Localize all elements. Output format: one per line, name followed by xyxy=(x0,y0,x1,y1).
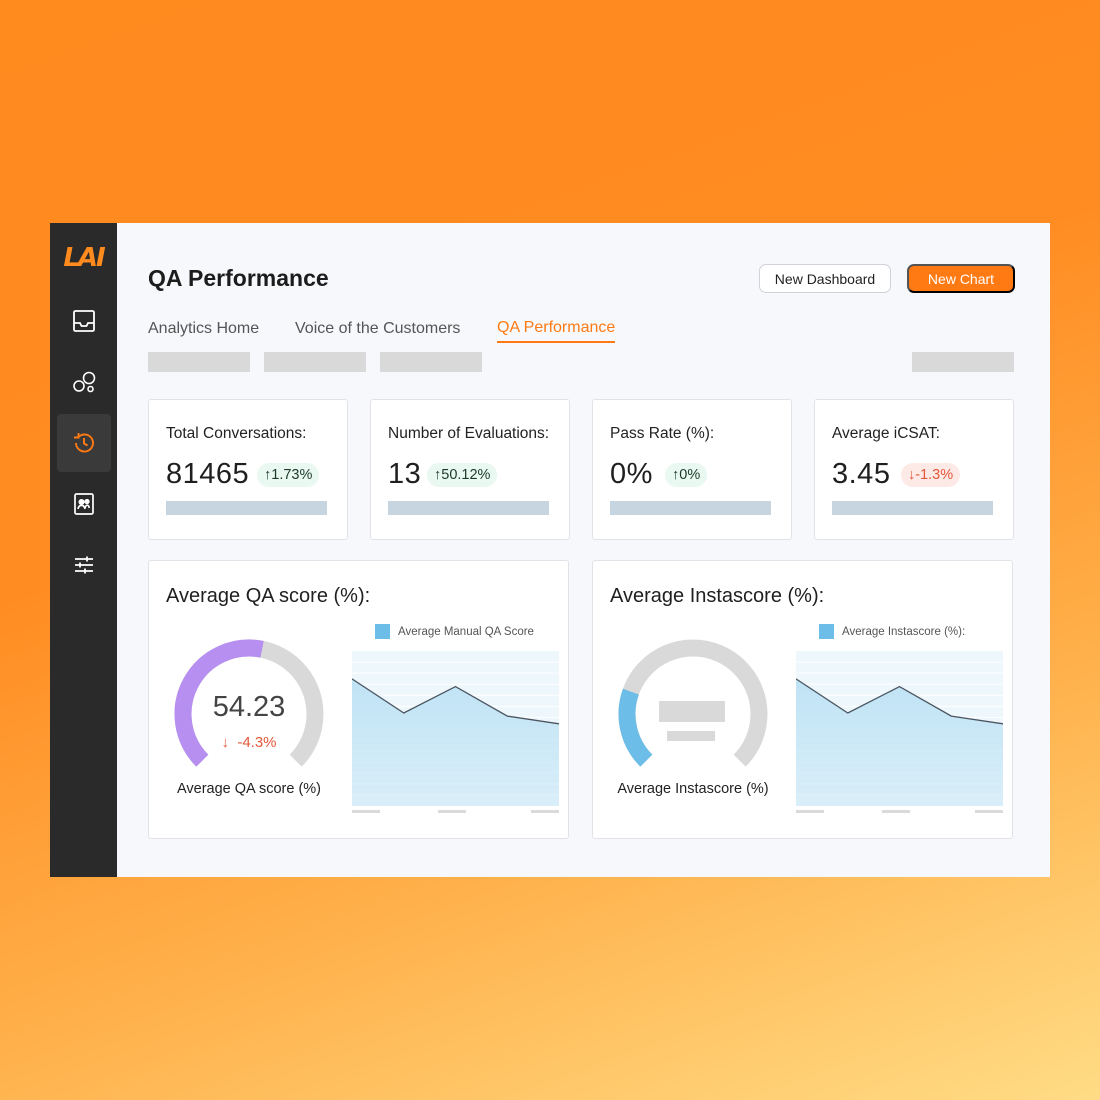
instascore-area-chart xyxy=(796,651,1003,813)
tab-qa-performance[interactable]: QA Performance xyxy=(497,319,616,343)
kpi-sparkline-placeholder xyxy=(832,501,993,515)
contacts-icon xyxy=(73,493,94,515)
kpi-label: Total Conversations: xyxy=(166,425,307,442)
history-icon xyxy=(73,433,94,453)
new-chart-button[interactable]: New Chart xyxy=(907,264,1015,293)
kpi-sparkline-placeholder xyxy=(388,501,549,515)
arrow-up-icon: ↑ xyxy=(264,467,272,483)
arrow-down-icon: ↓ xyxy=(221,734,229,751)
chart-legend: Average Manual QA Score xyxy=(375,624,534,639)
filter-placeholder xyxy=(148,352,250,372)
gauge-delta-value: -4.3% xyxy=(237,734,277,751)
kpi-delta-value: 1.73% xyxy=(271,467,313,483)
filter-placeholder xyxy=(264,352,366,372)
legend-swatch xyxy=(375,624,390,639)
kpi-delta-value: 0% xyxy=(679,467,701,483)
gauge-value: 54.23 xyxy=(212,691,286,723)
sidebar-item-settings[interactable] xyxy=(57,536,111,594)
gauge-delta-placeholder xyxy=(667,731,715,741)
kpi-card-number-of-evaluations: Number of Evaluations: 13 ↑ 50.12% xyxy=(370,399,570,540)
kpi-value: 0% xyxy=(610,458,653,490)
kpi-value: 13 xyxy=(388,458,422,490)
app-logo: LAI xyxy=(63,243,105,273)
date-range-placeholder xyxy=(912,352,1014,372)
x-tick-placeholder xyxy=(531,810,559,813)
legend-label: Average Manual QA Score xyxy=(398,625,534,638)
kpi-value: 3.45 xyxy=(832,458,891,490)
gauge-fill xyxy=(618,688,653,767)
x-tick-placeholder xyxy=(352,810,380,813)
kpi-delta-badge: ↑ 50.12% xyxy=(427,463,498,487)
app-window: LAI QA Performance New Dashboard New Cha… xyxy=(50,223,1050,877)
legend-label: Average Instascore (%): xyxy=(842,625,966,638)
main-content: QA Performance New Dashboard New Chart A… xyxy=(117,223,1050,877)
kpi-delta-badge: ↓ -1.3% xyxy=(901,463,961,487)
arrow-down-icon: ↓ xyxy=(908,467,916,483)
x-tick-placeholder xyxy=(796,810,824,813)
chart-legend: Average Instascore (%): xyxy=(819,624,965,639)
x-tick-placeholder xyxy=(438,810,466,813)
kpi-card-pass-rate: Pass Rate (%): 0% ↑ 0% xyxy=(592,399,792,540)
x-tick-placeholder xyxy=(975,810,1003,813)
gauge-delta: ↓ -4.3% xyxy=(179,734,319,751)
kpi-card-average-icsat: Average iCSAT: 3.45 ↓ -1.3% xyxy=(814,399,1014,540)
kpi-sparkline-placeholder xyxy=(166,501,327,515)
kpi-card-total-conversations: Total Conversations: 81465 ↑ 1.73% xyxy=(148,399,348,540)
sliders-icon xyxy=(74,556,93,574)
kpi-label: Number of Evaluations: xyxy=(388,425,550,442)
tab-analytics-home[interactable]: Analytics Home xyxy=(148,320,259,342)
kpi-delta-value: -1.3% xyxy=(915,467,954,483)
legend-swatch xyxy=(819,624,834,639)
gauge-value-placeholder xyxy=(659,701,725,722)
filter-placeholder xyxy=(380,352,482,372)
kpi-delta-badge: ↑ 0% xyxy=(665,463,708,487)
sidebar-item-inbox[interactable] xyxy=(57,292,111,350)
panel-average-qa-score: Average QA score (%): 54.23 ↓ -4.3% Aver… xyxy=(148,560,569,839)
sidebar: LAI xyxy=(50,223,117,877)
panel-title: Average QA score (%): xyxy=(166,585,371,607)
page-title: QA Performance xyxy=(148,265,329,291)
panel-average-instascore: Average Instascore (%): Average Instasco… xyxy=(592,560,1013,839)
gauge-caption: Average Instascore (%) xyxy=(617,781,769,797)
x-tick-placeholder xyxy=(882,810,910,813)
tab-voice-of-the-customers[interactable]: Voice of the Customers xyxy=(295,320,460,342)
kpi-delta-badge: ↑ 1.73% xyxy=(257,463,320,487)
new-dashboard-button[interactable]: New Dashboard xyxy=(759,264,891,293)
inbox-icon xyxy=(72,310,95,332)
gauge-caption: Average QA score (%) xyxy=(177,781,321,797)
kpi-delta-value: 50.12% xyxy=(441,467,491,483)
qa-score-area-chart xyxy=(352,651,559,813)
kpi-label: Average iCSAT: xyxy=(832,425,940,442)
kpi-sparkline-placeholder xyxy=(610,501,771,515)
kpi-label: Pass Rate (%): xyxy=(610,425,715,442)
arrow-up-icon: ↑ xyxy=(672,467,680,483)
panel-title: Average Instascore (%): xyxy=(610,585,825,607)
arrow-up-icon: ↑ xyxy=(434,467,442,483)
bubbles-icon xyxy=(72,371,95,393)
sidebar-item-bubbles[interactable] xyxy=(57,353,111,411)
kpi-value: 81465 xyxy=(166,458,250,490)
sidebar-item-contacts[interactable] xyxy=(57,475,111,533)
sidebar-item-history[interactable] xyxy=(56,414,111,472)
